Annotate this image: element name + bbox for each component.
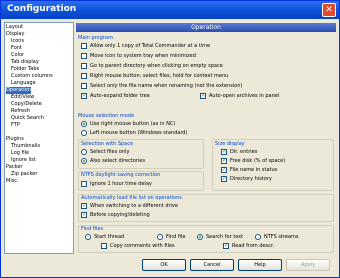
section-size-display: Size display bbox=[215, 141, 245, 147]
radio-find-file[interactable] bbox=[157, 234, 163, 240]
sidebar-item-color[interactable]: Color bbox=[11, 52, 24, 59]
radio-start-thread[interactable] bbox=[85, 234, 91, 240]
radio-ntfs-streams[interactable] bbox=[255, 234, 261, 240]
sidebar-item-misc[interactable]: Misc. bbox=[6, 178, 19, 185]
page-title: Operation bbox=[76, 23, 336, 32]
apply-button[interactable]: Apply bbox=[286, 259, 330, 271]
checkbox-label: Before copying/deleting bbox=[90, 212, 150, 218]
checkbox-before-copying-deleting[interactable] bbox=[81, 211, 87, 218]
checkbox-go-to-parent-directory-when-clicking-on-empty-space[interactable] bbox=[81, 63, 87, 69]
checkbox-read-from-descr[interactable] bbox=[223, 242, 229, 249]
checkbox-label: When switching to a different drive bbox=[90, 203, 178, 209]
settings-tree[interactable]: Layout Display Icons Font Color Tab display Fo… bbox=[4, 22, 74, 254]
window-title: Configuration bbox=[7, 4, 77, 14]
section-ntfs: NTFS daylight saving correction bbox=[81, 172, 161, 178]
checkbox-file-name-in-status[interactable] bbox=[221, 166, 227, 173]
sidebar-item-icons[interactable]: Icons bbox=[11, 38, 24, 45]
sidebar-item-ignore-list[interactable]: Ignore list bbox=[11, 157, 36, 164]
title-bar: Configuration ✕ bbox=[1, 1, 339, 19]
sidebar-item-language[interactable]: Language bbox=[11, 80, 36, 87]
radio-label: Find file bbox=[166, 234, 186, 240]
checkbox-ignore-1-hour-time-delay[interactable] bbox=[81, 181, 87, 187]
radio-also-select-directories[interactable] bbox=[81, 158, 87, 164]
checkbox-label: Allow only 1 copy of Total Commander at … bbox=[90, 43, 211, 49]
checkbox-select-only-the-file-name-when-renaming-not-the-extension[interactable] bbox=[81, 83, 87, 89]
checkbox-move-icon-to-system-tray-when-minimized[interactable] bbox=[81, 53, 87, 59]
radio-label: Use right mouse button (as in NC) bbox=[90, 121, 176, 127]
sidebar-item-thumbnails[interactable]: Thumbnails bbox=[11, 143, 40, 150]
checkbox-allow-only-1-copy-of-total-commander-at-a-time[interactable] bbox=[81, 43, 87, 49]
radio-label: Also select directories bbox=[90, 158, 145, 164]
checkbox-label: Move icon to system tray when minimized bbox=[90, 53, 196, 59]
help-button[interactable]: Help bbox=[238, 259, 282, 271]
sidebar-item-log-file[interactable]: Log file bbox=[11, 150, 29, 157]
sidebar-item-plugins[interactable]: Plugins bbox=[6, 136, 24, 143]
close-icon[interactable]: ✕ bbox=[322, 3, 336, 17]
checkbox-free-disk-of-space[interactable] bbox=[221, 157, 227, 164]
checkbox-copy-comments-with-files[interactable] bbox=[101, 243, 107, 249]
checkbox-label: Right mouse button: select files, hold f… bbox=[90, 73, 229, 79]
section-find-files: Find files bbox=[81, 226, 104, 232]
radio-label: Search for text bbox=[206, 234, 244, 240]
checkbox-label: Select only the file name when renaming … bbox=[90, 83, 243, 89]
radio-label: Left mouse button (Windows standard) bbox=[90, 130, 188, 136]
sidebar-item-custom-columns[interactable]: Custom columns bbox=[11, 73, 53, 80]
checkbox-auto-open-archives-in-panel[interactable] bbox=[200, 92, 206, 99]
checkbox-label: Auto-expand folder tree bbox=[90, 93, 150, 99]
sidebar-item-refresh[interactable]: Refresh bbox=[11, 108, 30, 115]
checkbox-label: Directory history bbox=[230, 176, 272, 182]
sidebar-item-zip-packer[interactable]: Zip packer bbox=[11, 171, 37, 178]
cancel-button[interactable]: Cancel bbox=[190, 259, 234, 271]
configuration-window: Configuration ✕ Layout Display Icons Font Co… bbox=[0, 0, 340, 278]
radio-use-right-mouse-button-as-in-nc[interactable] bbox=[81, 121, 87, 127]
radio-label: NTFS streams bbox=[264, 234, 299, 240]
checkbox-right-mouse-button-select-files-hold-for-context-menu[interactable] bbox=[81, 73, 87, 79]
checkbox-label: File name in status bbox=[230, 167, 278, 173]
sidebar-item-layout[interactable]: Layout bbox=[6, 24, 23, 31]
checkbox-label: Read from descr. bbox=[232, 243, 275, 249]
sidebar-item-edit-view[interactable]: Edit/View bbox=[11, 94, 34, 101]
sidebar-item-folder-tabs[interactable]: Folder Tabs bbox=[11, 66, 39, 73]
checkbox-label: Go to parent directory when clicking on … bbox=[90, 63, 223, 69]
radio-select-files-only[interactable] bbox=[81, 149, 87, 155]
sidebar-item-display[interactable]: Display bbox=[6, 31, 24, 38]
sidebar-item-operation[interactable]: Operation bbox=[6, 87, 31, 94]
radio-label: Start thread bbox=[94, 234, 125, 240]
checkbox-label: Dir. entries bbox=[230, 149, 258, 155]
section-main-program: Main program bbox=[78, 35, 113, 41]
checkbox-label: Copy comments with files bbox=[110, 243, 175, 249]
sidebar-item-ftp[interactable]: FTP bbox=[11, 122, 20, 129]
checkbox-dir-entries[interactable] bbox=[221, 148, 227, 155]
radio-left-mouse-button-windows-standard[interactable] bbox=[81, 130, 87, 136]
section-space: Selection with Space bbox=[81, 141, 134, 147]
sidebar-item-packer[interactable]: Packer bbox=[6, 164, 22, 171]
radio-label: Select files only bbox=[90, 149, 130, 155]
checkbox-label: Ignore 1 hour time delay bbox=[90, 181, 152, 187]
checkbox-directory-history[interactable] bbox=[221, 175, 227, 182]
checkbox-when-switching-to-a-different-drive[interactable] bbox=[81, 202, 87, 209]
sidebar-item-copy-delete[interactable]: Copy/Delete bbox=[11, 101, 42, 108]
checkbox-label: Auto-open archives in panel bbox=[209, 93, 280, 99]
checkbox-auto-expand-folder-tree[interactable] bbox=[81, 92, 87, 99]
radio-search-for-text[interactable] bbox=[197, 234, 203, 240]
checkbox-label: Free disk (% of space) bbox=[230, 158, 286, 164]
sidebar-item-font[interactable]: Font bbox=[11, 45, 22, 52]
sidebar-item-tab-display[interactable]: Tab display bbox=[11, 59, 39, 66]
sidebar-item-quick-search[interactable]: Quick Search bbox=[11, 115, 44, 122]
section-mouse-selection: Mouse selection mode bbox=[78, 113, 135, 119]
ok-button[interactable]: OK bbox=[142, 259, 186, 271]
section-autoload: Automatically load file list on operatio… bbox=[81, 195, 182, 201]
